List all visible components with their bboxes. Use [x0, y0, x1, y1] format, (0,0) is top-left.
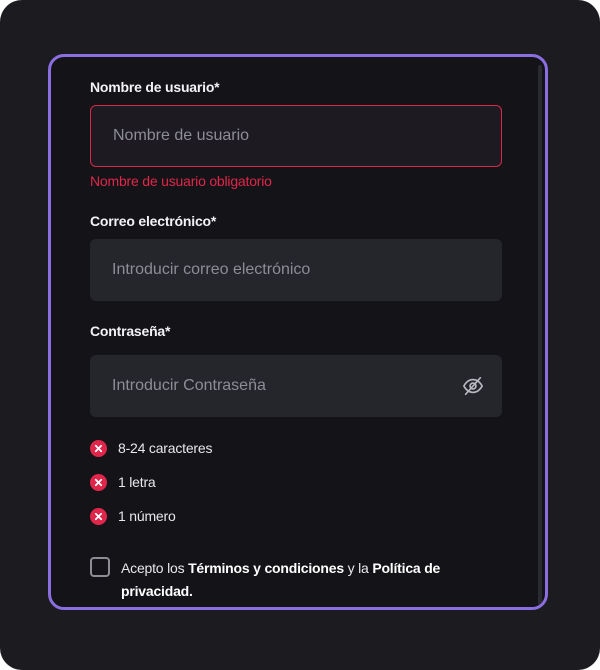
error-x-icon [90, 507, 107, 525]
email-field-box [90, 239, 502, 301]
requirement-letter: 1 letra [90, 472, 156, 492]
requirement-text: 1 letra [118, 474, 156, 490]
terms-text: Acepto los Términos y condiciones y la P… [121, 557, 491, 603]
signup-form-panel: Nombre de usuario* Nombre de usuario obl… [48, 54, 548, 610]
terms-suffix: . [189, 583, 193, 599]
terms-link[interactable]: Términos y condiciones [188, 560, 344, 576]
username-error-message: Nombre de usuario obligatorio [90, 173, 272, 189]
window-frame: Nombre de usuario* Nombre de usuario obl… [0, 0, 600, 670]
eye-off-icon[interactable] [462, 375, 484, 397]
password-label: Contraseña* [90, 323, 171, 339]
password-field-box [90, 355, 502, 417]
password-input[interactable] [90, 355, 502, 417]
terms-middle: y la [343, 560, 373, 576]
scrollbar[interactable] [538, 65, 542, 605]
username-label: Nombre de usuario* [90, 79, 220, 95]
username-field-box [90, 105, 502, 167]
requirement-text: 8-24 caracteres [118, 440, 213, 456]
email-input[interactable] [90, 239, 502, 301]
username-input[interactable] [91, 106, 501, 166]
terms-prefix: Acepto los [121, 560, 189, 576]
requirement-text: 1 número [118, 508, 176, 524]
error-x-icon [90, 439, 107, 457]
requirement-number: 1 número [90, 506, 176, 526]
terms-checkbox[interactable] [90, 557, 110, 577]
error-x-icon [90, 473, 107, 491]
email-label: Correo electrónico* [90, 213, 217, 229]
requirement-length: 8-24 caracteres [90, 438, 212, 458]
